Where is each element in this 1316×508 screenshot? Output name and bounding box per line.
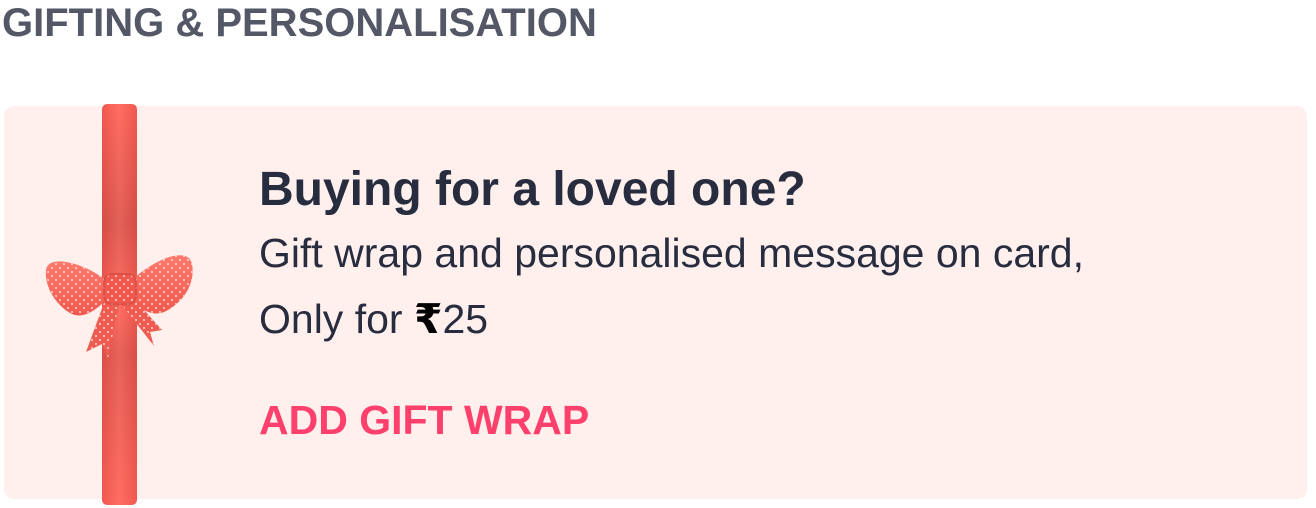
rupee-icon: ₹ [413,295,443,343]
section-title: GIFTING & PERSONALISATION [2,1,597,45]
gift-wrap-content: Buying for a loved one? Gift wrap and pe… [259,160,1084,352]
gift-price-line: Only for ₹25 [259,286,1084,352]
gift-headline: Buying for a loved one? [259,163,806,216]
gift-price: 25 [442,296,489,342]
gift-description: Gift wrap and personalised message on ca… [259,230,1085,276]
add-gift-wrap-button[interactable]: ADD GIFT WRAP [259,394,589,446]
price-prefix: Only for [259,296,414,342]
bow-icon [45,255,193,358]
